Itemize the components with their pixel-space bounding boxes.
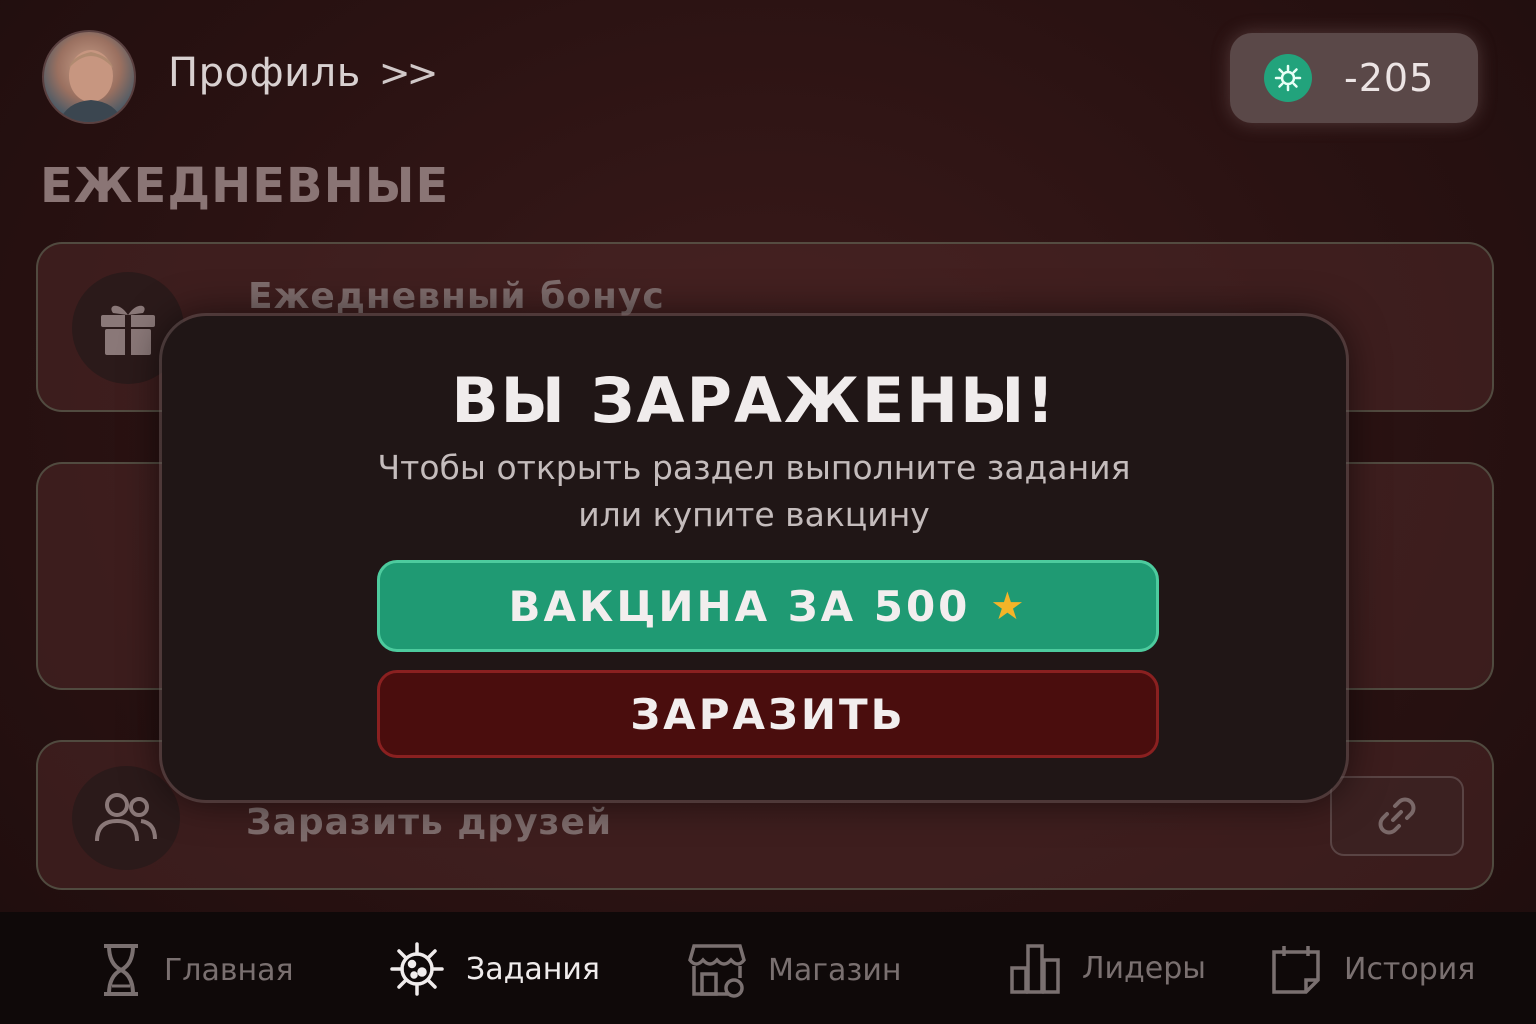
modal-text-line2: или купите вакцину [578,495,930,534]
bar-chart-icon [1010,944,1060,994]
users-icon [72,766,180,870]
nav-label-tasks: Задания [466,951,600,987]
hourglass-icon [104,944,138,996]
store-icon [688,944,746,998]
nav-label-store: Магазин [768,952,902,988]
balance-value: -205 [1344,56,1435,100]
daily-bonus-label: Ежедневный бонус [248,276,665,317]
modal-text-line1: Чтобы открыть раздел выполните задания [377,448,1131,487]
nav-label-leaders: Лидеры [1082,950,1206,986]
modal-text: Чтобы открыть раздел выполните задания и… [162,444,1346,538]
nav-item-tasks[interactable]: Задания [390,942,600,996]
buy-vaccine-button[interactable]: ВАКЦИНА ЗА 500 ★ [377,560,1159,652]
star-icon: ★ [990,584,1028,628]
nav-item-home[interactable]: Главная [100,942,294,998]
avatar-image [59,50,123,122]
buy-vaccine-label: ВАКЦИНА ЗА 500 [508,581,971,631]
infect-label: ЗАРАЗИТЬ [630,689,906,739]
avatar[interactable] [42,30,136,124]
nav-item-store[interactable]: Магазин [688,942,901,998]
infect-friends-label: Заразить друзей [246,802,613,843]
nav-label-history: История [1344,951,1476,987]
nav-label-home: Главная [164,952,294,988]
link-icon [1378,797,1416,835]
infect-button[interactable]: ЗАРАЗИТЬ [377,670,1159,758]
copy-link-button[interactable] [1330,776,1464,856]
nav-item-leaders[interactable]: Лидеры [1010,942,1206,994]
chevron-right-icon: >> [378,51,439,95]
profile-label: Профиль [168,50,361,96]
calendar-icon [1272,946,1320,994]
balance-badge[interactable]: -205 [1230,33,1478,123]
section-title: ЕЖЕДНЕВНЫЕ [40,158,450,214]
modal-title: ВЫ ЗАРАЖЕНЫ! [451,364,1057,437]
bottom-nav: Главная Задания Магазин Лидеры История [0,912,1536,1024]
nav-item-history[interactable]: История [1270,942,1475,996]
profile-link[interactable]: Профиль >> [168,50,439,96]
infected-modal: ВЫ ЗАРАЖЕНЫ! Чтобы открыть раздел выполн… [162,316,1346,800]
virus-coin-icon [1264,54,1312,102]
virus-icon [390,942,444,996]
